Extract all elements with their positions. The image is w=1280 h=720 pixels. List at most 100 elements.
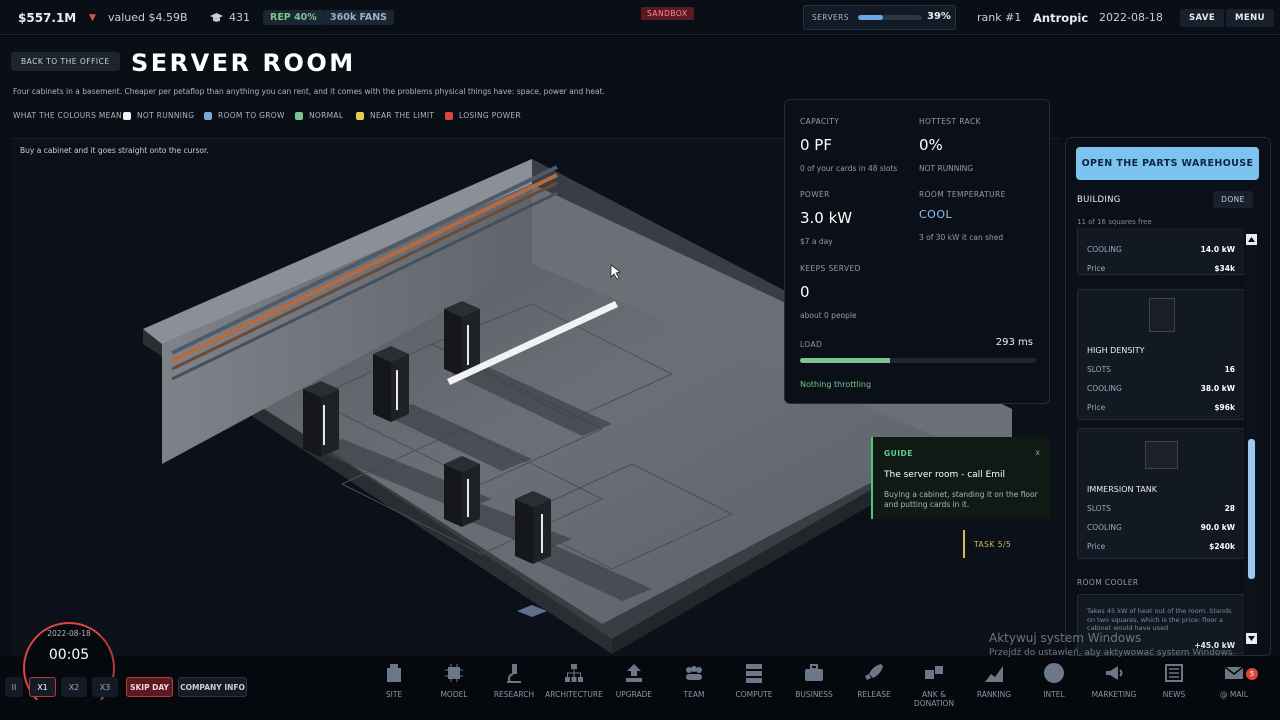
nav-item-architecture[interactable]: ARCHITECTURE xyxy=(544,662,604,699)
legend-label: NEAR THE LIMIT xyxy=(370,111,435,120)
legend-item: NORMAL xyxy=(295,111,343,120)
trend-down-icon: ▼ xyxy=(89,12,96,23)
save-button[interactable]: SAVE xyxy=(1180,8,1225,27)
server-cabinet[interactable] xyxy=(303,381,339,457)
legend-item: NOT RUNNING xyxy=(123,111,194,120)
legend-swatch xyxy=(445,111,453,120)
nav-label: @ MAIL xyxy=(1220,690,1248,699)
site-icon xyxy=(383,662,405,684)
nav-item-business[interactable]: BUSINESS xyxy=(784,662,844,699)
legend-item: NEAR THE LIMIT xyxy=(356,111,434,120)
server-cabinet[interactable] xyxy=(515,491,551,564)
circle-icon xyxy=(1043,662,1065,684)
keeps-value: 0 xyxy=(800,283,810,301)
task-progress[interactable]: TASK 5/5 xyxy=(974,540,1011,549)
legend-label: NORMAL xyxy=(309,111,344,120)
capacity-sub: 0 of your cards in 48 slots xyxy=(800,164,898,173)
open-warehouse-button[interactable]: OPEN THE PARTS WAREHOUSE xyxy=(1076,147,1259,180)
scroll-thumb[interactable] xyxy=(1248,439,1255,579)
nav-label: SITE xyxy=(385,690,403,699)
servers-label: SERVERS xyxy=(812,13,849,22)
nav-item-model[interactable]: MODEL xyxy=(424,662,484,699)
team-icon xyxy=(683,662,705,684)
nav-label: ANK & DONATION xyxy=(913,690,955,708)
cabinet-card-high-density[interactable]: HIGH DENSITY SLOTS 16 COOLING 38.0 kW Pric… xyxy=(1077,289,1244,420)
menu-button[interactable]: MENU xyxy=(1226,8,1274,27)
nav-label: INTEL xyxy=(1043,690,1065,699)
nav-item-release[interactable]: RELEASE xyxy=(844,662,904,699)
windows-activation-text: Przejdź do ustawień, aby aktywować syste… xyxy=(989,648,1236,658)
room-cooler-card[interactable]: Takes 45 kW of heat out of the room. Sta… xyxy=(1077,594,1244,654)
room-cooler-title: ROOM COOLER xyxy=(1077,578,1139,587)
nav-item-team[interactable]: TEAM xyxy=(664,662,724,699)
capacity-label: CAPACITY xyxy=(800,117,840,126)
clock-time: 00:05 xyxy=(48,647,90,663)
briefcase-icon xyxy=(803,662,825,684)
nav-item-mail[interactable]: @ MAIL xyxy=(1204,662,1264,699)
researcher-count: 431 xyxy=(229,11,250,24)
fans-badge: 360k FANS xyxy=(323,10,394,25)
done-button[interactable]: DONE xyxy=(1213,191,1253,208)
capacity-value: 0 PF xyxy=(800,136,832,154)
task-indicator-line xyxy=(963,530,965,558)
guide-title: The server room - call Emil xyxy=(884,470,1005,480)
rank: rank #1 xyxy=(977,11,1022,24)
hottest-sub: NOT RUNNING xyxy=(919,164,974,173)
servers-percent: 39% xyxy=(927,11,951,22)
keeps-label: KEEPS SERVED xyxy=(800,264,861,273)
nav-item-marketing[interactable]: MARKETING xyxy=(1084,662,1144,699)
skip-day-button[interactable]: SKIP DAY xyxy=(126,677,173,697)
speed-x3-button[interactable]: X3 xyxy=(92,677,118,697)
hottest-value: 0% xyxy=(919,136,943,154)
nav-item-compute[interactable]: COMPUTE xyxy=(724,662,784,699)
nav-item-ranking[interactable]: RANKING xyxy=(964,662,1024,699)
scroll-up-icon[interactable] xyxy=(1246,234,1257,245)
temperature-label: ROOM TEMPERATURE xyxy=(919,190,1006,199)
stats-panel: CAPACITY 0 PF 0 of your cards in 48 slot… xyxy=(784,99,1050,404)
server-cabinet[interactable] xyxy=(444,301,480,377)
cabinet-card-immersion-tank[interactable]: IMMERSION TANK SLOTS 28 COOLING 90.0 kW Pr… xyxy=(1077,428,1244,559)
page-description: Four cabinets in a basement. Cheaper per… xyxy=(13,87,605,96)
servers-bar-fill xyxy=(858,15,883,20)
upgrade-icon xyxy=(623,662,645,684)
high-density-rack-icon xyxy=(1149,298,1175,332)
server-cabinet[interactable] xyxy=(373,346,409,422)
page-title: SERVER ROOM xyxy=(131,49,356,77)
rocket-icon xyxy=(863,662,885,684)
throttle-status: Nothing throttling xyxy=(800,380,872,389)
cabinet-card-standard[interactable]: COOLING 14.0 kW Price $34k xyxy=(1077,228,1244,275)
nav-item-research[interactable]: RESEARCH xyxy=(484,662,544,699)
newspaper-icon xyxy=(1163,662,1185,684)
squares-free: 11 of 16 squares free xyxy=(1077,218,1152,226)
immersion-tank-icon xyxy=(1145,441,1178,469)
server-cabinet[interactable] xyxy=(444,456,480,527)
pause-button[interactable]: II xyxy=(5,677,23,697)
nav-item-intel[interactable]: INTEL xyxy=(1024,662,1084,699)
power-value: 3.0 kW xyxy=(800,209,853,227)
sandbox-badge: SANDBOX xyxy=(641,7,694,20)
legend-swatch xyxy=(123,111,131,120)
nav-label: RANKING xyxy=(976,690,1012,699)
cabinet-list[interactable]: COOLING 14.0 kW Price $34k HIGH DENSITY SL… xyxy=(1066,228,1244,655)
speed-x2-button[interactable]: X2 xyxy=(61,677,87,697)
nav-item-ank-donation[interactable]: ANK & DONATION xyxy=(904,662,964,708)
windows-activation-title: Aktywuj system Windows xyxy=(989,631,1142,645)
servers-meter[interactable]: SERVERS 39% xyxy=(803,5,956,30)
power-sub: $7 a day xyxy=(800,237,833,246)
scroll-down-icon[interactable] xyxy=(1246,633,1257,644)
chart-icon xyxy=(983,662,1005,684)
card-name: IMMERSION TANK xyxy=(1087,485,1158,494)
graduation-cap-icon xyxy=(210,0,223,35)
back-to-office-button[interactable]: BACK TO THE OFFICE xyxy=(11,52,120,71)
speed-x1-button[interactable]: X1 xyxy=(29,677,56,697)
company-name: Antropic xyxy=(1033,10,1089,25)
nav-item-upgrade[interactable]: UPGRADE xyxy=(604,662,664,699)
nav-item-news[interactable]: NEWS xyxy=(1144,662,1204,699)
sidebar-scrollbar[interactable] xyxy=(1246,234,1257,644)
room-cooler-text: Takes 45 kW of heat out of the room. Sta… xyxy=(1087,607,1232,632)
server-icon xyxy=(743,662,765,684)
guide-close-button[interactable]: x xyxy=(1035,448,1040,457)
nav-item-site[interactable]: SITE xyxy=(364,662,424,699)
company-info-button[interactable]: COMPANY INFO xyxy=(178,677,247,697)
chip-icon xyxy=(443,662,465,684)
